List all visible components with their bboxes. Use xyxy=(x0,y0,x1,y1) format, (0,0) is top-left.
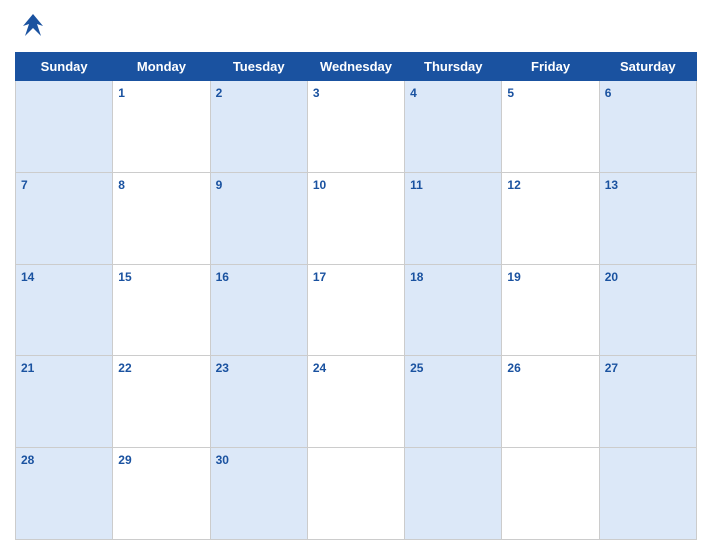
day-number: 12 xyxy=(507,178,520,192)
calendar-cell: 14 xyxy=(16,264,113,356)
day-number: 19 xyxy=(507,270,520,284)
day-number: 14 xyxy=(21,270,34,284)
calendar-cell: 23 xyxy=(210,356,307,448)
calendar-cell: 10 xyxy=(307,172,404,264)
day-number: 8 xyxy=(118,178,125,192)
calendar-cell xyxy=(405,448,502,540)
weekday-header-row: SundayMondayTuesdayWednesdayThursdayFrid… xyxy=(16,53,697,81)
calendar-week-row: 14 15 16 17 18 19 20 xyxy=(16,264,697,356)
calendar-week-row: 1 2 3 4 5 6 xyxy=(16,81,697,173)
calendar-cell xyxy=(307,448,404,540)
day-number: 28 xyxy=(21,453,34,467)
day-number: 10 xyxy=(313,178,326,192)
day-number: 27 xyxy=(605,361,618,375)
calendar-week-row: 28 29 30 xyxy=(16,448,697,540)
calendar-cell: 26 xyxy=(502,356,599,448)
day-number: 9 xyxy=(216,178,223,192)
calendar-cell: 8 xyxy=(113,172,210,264)
calendar-cell: 13 xyxy=(599,172,696,264)
calendar-cell: 12 xyxy=(502,172,599,264)
calendar-cell: 1 xyxy=(113,81,210,173)
day-number: 13 xyxy=(605,178,618,192)
calendar-cell: 17 xyxy=(307,264,404,356)
calendar-cell: 29 xyxy=(113,448,210,540)
calendar-week-row: 7 8 9 10 11 12 13 xyxy=(16,172,697,264)
calendar-cell: 22 xyxy=(113,356,210,448)
calendar-cell: 30 xyxy=(210,448,307,540)
calendar-cell: 18 xyxy=(405,264,502,356)
day-number: 7 xyxy=(21,178,28,192)
calendar-cell: 25 xyxy=(405,356,502,448)
weekday-header-thursday: Thursday xyxy=(405,53,502,81)
logo-bird-icon xyxy=(15,10,51,46)
day-number: 20 xyxy=(605,270,618,284)
calendar-cell xyxy=(502,448,599,540)
calendar-cell: 11 xyxy=(405,172,502,264)
day-number: 16 xyxy=(216,270,229,284)
calendar-cell: 16 xyxy=(210,264,307,356)
calendar-table: SundayMondayTuesdayWednesdayThursdayFrid… xyxy=(15,52,697,540)
day-number: 29 xyxy=(118,453,131,467)
day-number: 22 xyxy=(118,361,131,375)
calendar-cell: 21 xyxy=(16,356,113,448)
day-number: 24 xyxy=(313,361,326,375)
weekday-header-wednesday: Wednesday xyxy=(307,53,404,81)
calendar-cell: 24 xyxy=(307,356,404,448)
calendar-cell: 20 xyxy=(599,264,696,356)
weekday-header-friday: Friday xyxy=(502,53,599,81)
calendar-cell: 19 xyxy=(502,264,599,356)
day-number: 25 xyxy=(410,361,423,375)
calendar-cell: 4 xyxy=(405,81,502,173)
day-number: 30 xyxy=(216,453,229,467)
day-number: 2 xyxy=(216,86,223,100)
day-number: 4 xyxy=(410,86,417,100)
calendar-cell xyxy=(599,448,696,540)
day-number: 26 xyxy=(507,361,520,375)
calendar-header xyxy=(15,10,697,46)
calendar-cell: 27 xyxy=(599,356,696,448)
calendar-cell: 2 xyxy=(210,81,307,173)
day-number: 5 xyxy=(507,86,514,100)
day-number: 23 xyxy=(216,361,229,375)
calendar-cell: 5 xyxy=(502,81,599,173)
calendar-cell: 7 xyxy=(16,172,113,264)
calendar-cell: 9 xyxy=(210,172,307,264)
calendar-cell xyxy=(16,81,113,173)
calendar-cell: 3 xyxy=(307,81,404,173)
weekday-header-monday: Monday xyxy=(113,53,210,81)
calendar-cell: 15 xyxy=(113,264,210,356)
weekday-header-tuesday: Tuesday xyxy=(210,53,307,81)
day-number: 17 xyxy=(313,270,326,284)
day-number: 1 xyxy=(118,86,125,100)
logo xyxy=(15,10,105,46)
calendar-cell: 28 xyxy=(16,448,113,540)
calendar-cell: 6 xyxy=(599,81,696,173)
weekday-header-sunday: Sunday xyxy=(16,53,113,81)
day-number: 21 xyxy=(21,361,34,375)
day-number: 15 xyxy=(118,270,131,284)
day-number: 11 xyxy=(410,178,423,192)
day-number: 3 xyxy=(313,86,320,100)
day-number: 6 xyxy=(605,86,612,100)
weekday-header-saturday: Saturday xyxy=(599,53,696,81)
calendar-week-row: 21 22 23 24 25 26 27 xyxy=(16,356,697,448)
day-number: 18 xyxy=(410,270,423,284)
